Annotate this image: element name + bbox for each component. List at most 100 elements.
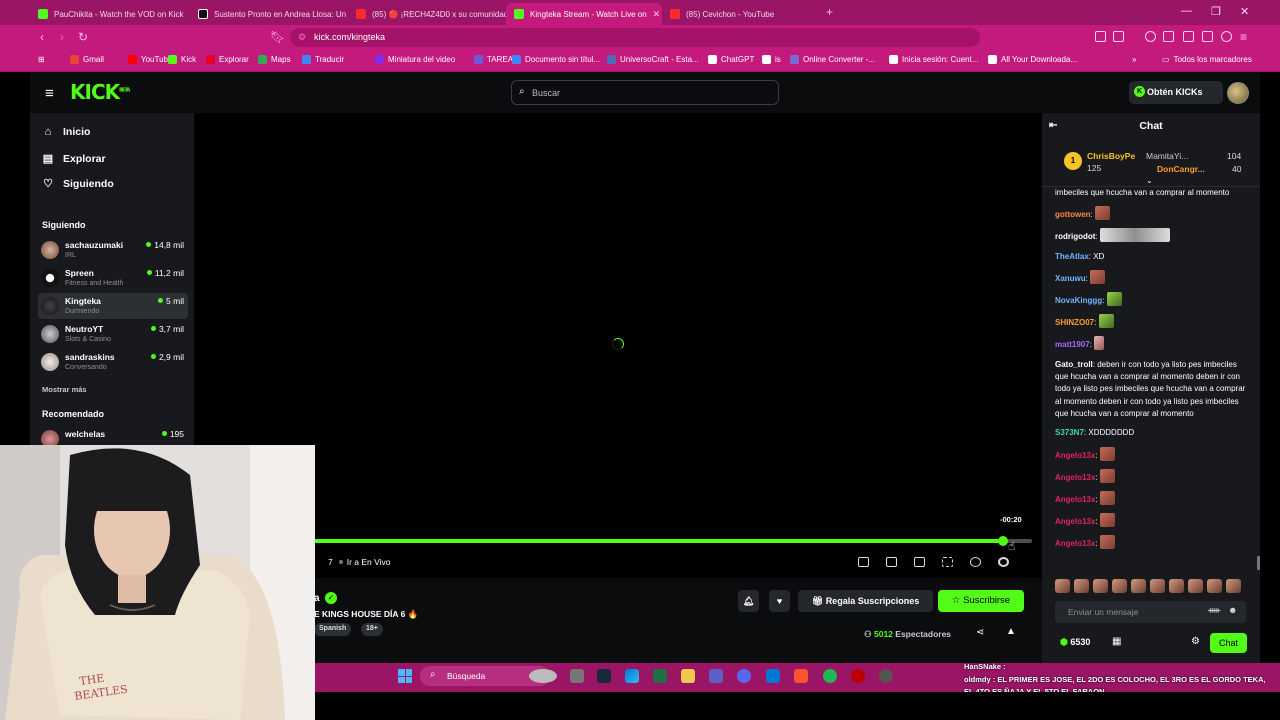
reading-list-icon[interactable] <box>1113 31 1124 42</box>
subscribe-button[interactable]: ☆ Suscribirse <box>938 590 1024 612</box>
clip-icon[interactable] <box>886 557 897 567</box>
edge-icon[interactable] <box>625 669 639 683</box>
close-tab-icon[interactable]: ✕ <box>653 9 661 20</box>
nav-following[interactable]: ♡ Siguiendo <box>42 177 114 191</box>
bookmark-item[interactable]: Online Converter -... <box>790 55 875 64</box>
spotify-icon[interactable] <box>823 669 837 683</box>
bookmark-item[interactable]: UniversoCraft - Esta... <box>607 55 699 64</box>
chat-username[interactable]: TheAtlax <box>1055 252 1089 261</box>
chat-username[interactable]: Xanuwu <box>1055 274 1086 283</box>
emote-icon[interactable] <box>1226 579 1241 593</box>
emote-icon[interactable] <box>1207 579 1222 593</box>
back-icon[interactable]: ‹ <box>40 30 44 44</box>
nav-home[interactable]: ⌂ Inicio <box>42 126 91 138</box>
new-tab-icon[interactable]: + <box>826 5 833 19</box>
leader-name[interactable]: DonCangr... <box>1157 164 1205 174</box>
inventory-icon[interactable]: ▦ <box>1112 636 1121 647</box>
reload-icon[interactable]: ↻ <box>78 30 88 44</box>
obs-icon[interactable] <box>879 669 893 683</box>
chat-settings-icon[interactable]: ⚙ <box>1191 636 1200 647</box>
chat-username[interactable]: rodrigodot <box>1055 232 1095 241</box>
hamburger-menu-icon[interactable]: ≡ <box>45 85 54 102</box>
chat-username[interactable]: Gato_troll <box>1055 360 1093 369</box>
bookmark-icon[interactable]: 🔖︎ <box>270 30 285 44</box>
collapse-chat-icon[interactable]: ⇤ <box>1049 113 1057 139</box>
task-view-icon[interactable] <box>570 669 584 683</box>
nav-explore[interactable]: ▤ Explorar <box>42 152 106 166</box>
chat-emote-icon[interactable] <box>1099 491 1115 506</box>
opera-icon[interactable] <box>851 669 865 683</box>
chat-emote-icon[interactable] <box>1098 314 1114 329</box>
discord-icon[interactable] <box>737 669 751 683</box>
excel-icon[interactable] <box>653 669 667 683</box>
chat-username[interactable]: matt1907 <box>1055 340 1090 349</box>
emote-icon[interactable] <box>1169 579 1184 593</box>
extensions-icon[interactable] <box>1095 31 1106 42</box>
notifications-button[interactable]: 🔔︎ <box>738 590 759 612</box>
seek-bar[interactable] <box>314 536 1032 546</box>
sidebar-channel-neutroyt[interactable]: NeutroYT Slots & Casino 3,7 mil <box>38 321 188 347</box>
leader-name[interactable]: MamitaYi... <box>1146 151 1188 161</box>
url-field[interactable]: ⚙︎ kick.com/kingteka <box>290 28 980 47</box>
chat-username[interactable]: Angelo13x <box>1055 539 1095 548</box>
get-kicks-button[interactable]: K Obtén KICKs <box>1129 81 1223 104</box>
leo-icon[interactable] <box>1202 31 1213 42</box>
widget-icon[interactable] <box>529 669 557 683</box>
show-more-link[interactable]: Mostrar más <box>42 385 87 394</box>
user-avatar[interactable] <box>1227 82 1249 104</box>
follow-button[interactable]: ♥ <box>769 590 790 612</box>
chat-username[interactable]: SHINZO07 <box>1055 318 1094 327</box>
file-explorer-icon[interactable] <box>681 669 695 683</box>
minimize-icon[interactable]: — <box>1181 5 1192 17</box>
bookmark-item[interactable]: Traducir <box>302 55 344 64</box>
windows-start-icon[interactable] <box>398 669 412 683</box>
page-scrollbar[interactable] <box>1257 556 1260 570</box>
more-bookmarks-chevron-icon[interactable]: » <box>1132 55 1136 64</box>
steam-icon[interactable] <box>597 669 611 683</box>
bookmark-item[interactable]: is <box>762 55 781 64</box>
seek-bar-handle[interactable] <box>998 536 1009 546</box>
emote-icon[interactable] <box>1150 579 1165 593</box>
report-icon[interactable]: ▲ <box>1006 626 1016 637</box>
close-window-icon[interactable]: ✕ <box>1240 5 1249 18</box>
kick-logo[interactable]: KICKBETA <box>70 80 130 104</box>
chat-username[interactable]: gottowen <box>1055 210 1091 219</box>
vpn-icon[interactable] <box>1221 31 1232 42</box>
menu-icon[interactable]: ≡ <box>1240 30 1247 44</box>
chat-username[interactable]: S373N7 <box>1055 428 1084 437</box>
bookmark-item[interactable]: Maps <box>258 55 291 64</box>
chat-username[interactable]: Angelo13x <box>1055 517 1095 526</box>
emoji-icon[interactable]: ☻ <box>1228 605 1237 615</box>
emote-icon[interactable] <box>1055 579 1070 593</box>
apps-icon[interactable]: ⊞ <box>38 55 45 64</box>
all-bookmarks-button[interactable]: ▭ Todos los marcadores <box>1162 55 1252 64</box>
theater-mode-icon[interactable] <box>914 557 925 567</box>
miniplayer-icon[interactable] <box>858 557 869 567</box>
sidebar-channel-sandraskins[interactable]: sandraskins Conversando 2,9 mil <box>38 349 188 375</box>
go-live-button[interactable]: 7 Ir a En Vivo <box>328 557 391 567</box>
music-icon[interactable] <box>1145 31 1156 42</box>
browser-tab[interactable]: (85) Cevichon - YouTube <box>662 3 820 25</box>
teams-icon[interactable] <box>709 669 723 683</box>
bookmark-item[interactable]: Miniatura del video <box>375 55 455 64</box>
emote-icon[interactable] <box>1112 579 1127 593</box>
chat-username[interactable]: NovaKinggg <box>1055 296 1102 305</box>
expand-leaderboard-icon[interactable]: ⌄ <box>1146 176 1153 185</box>
kicks-balance[interactable]: ⬢ 6530 <box>1060 637 1090 648</box>
emote-icon[interactable] <box>1074 579 1089 593</box>
wallet-icon[interactable] <box>1183 31 1194 42</box>
forward-icon[interactable]: › <box>60 30 64 44</box>
bookmark-item[interactable]: Documento sin títul... <box>512 55 600 64</box>
brave-icon[interactable] <box>794 669 808 683</box>
browser-tab[interactable]: Sustento Pronto en Andrea Llosa: Un <box>190 3 348 25</box>
chat-username[interactable]: Angelo13x <box>1055 451 1095 460</box>
emote-icon[interactable] <box>1131 579 1146 593</box>
outlook-icon[interactable] <box>766 669 780 683</box>
browser-tab[interactable]: PauChikita - Watch the VOD on Kick <box>30 3 190 25</box>
bookmark-item[interactable]: ChatGPT <box>708 55 754 64</box>
bookmark-item[interactable]: All Your Downloada... <box>988 55 1077 64</box>
chat-emote-icon[interactable] <box>1095 206 1110 221</box>
bookmark-item[interactable]: Inicia sesión: Cuent... <box>889 55 978 64</box>
chat-emote-icon[interactable] <box>1106 292 1122 307</box>
stream-tag[interactable]: Spanish <box>314 623 352 636</box>
